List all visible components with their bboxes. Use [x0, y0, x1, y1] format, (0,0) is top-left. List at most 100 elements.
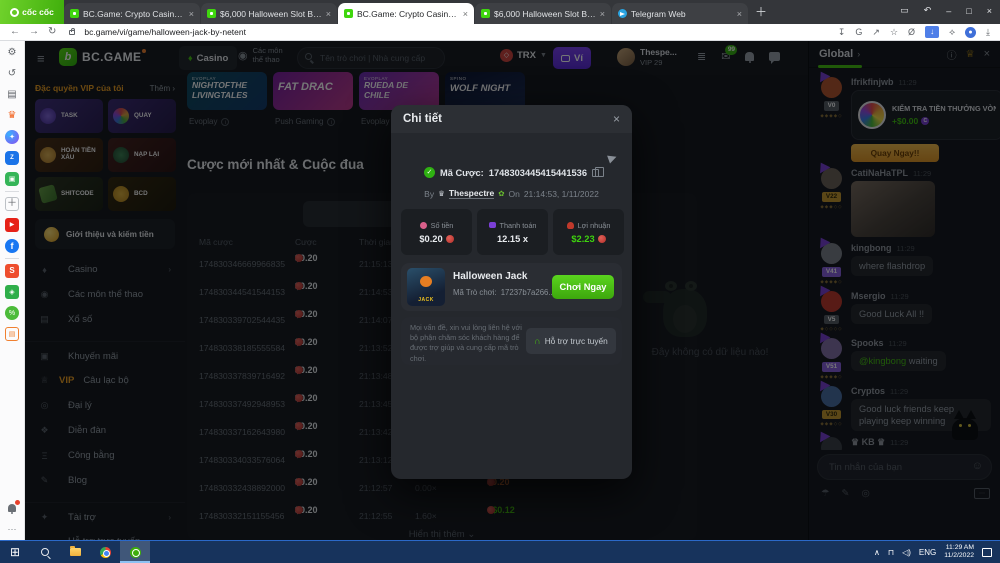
minimize-button[interactable]: –	[946, 6, 951, 16]
url-text[interactable]: bc.game/vi/game/halloween-jack-by-netent	[84, 27, 246, 37]
system-tray: ∧ ⊓ ◁) ENG 11:29 AM11/2/2022	[874, 544, 1000, 560]
support-section: Mọi vấn đề, xin vui lòng liên hệ với bộ …	[401, 317, 622, 365]
bet-stats: Số tiền $0.20 Thanh toán 12.15 x Lợi nhu…	[401, 209, 624, 255]
stat-icon	[489, 222, 496, 228]
browser-tab[interactable]: BC.Game: Crypto Casino Gan ×	[64, 3, 200, 24]
window-controls: ▭ ↶ – □ ×	[900, 5, 992, 16]
tab-close-icon[interactable]: ×	[463, 9, 468, 19]
messenger-icon[interactable]: ✦	[5, 130, 19, 144]
clock[interactable]: 11:29 AM11/2/2022	[944, 544, 974, 560]
games-icon[interactable]: ▣	[5, 172, 19, 186]
settings-icon[interactable]: ⚙	[5, 46, 19, 60]
maximize-button[interactable]: □	[966, 6, 971, 16]
shopee-icon[interactable]: S	[5, 264, 19, 278]
browser-tab[interactable]: $6,000 Halloween Slot Battle ×	[475, 3, 611, 24]
bcgame-page: ≡ b BC.GAME ♦ Casino ◉ Các mônthể thao ◇…	[25, 41, 1000, 540]
bookmark-star-icon[interactable]: ☆	[890, 27, 898, 38]
tab-title: BC.Game: Crypto Casino Gan	[83, 9, 185, 19]
browser-tab[interactable]: BC.Game: Crypto Casino Gan ×	[338, 3, 474, 24]
cart-icon[interactable]: ▤	[5, 327, 19, 341]
copy-bet-id-icon[interactable]	[592, 169, 599, 177]
coccoc-logo-icon	[10, 8, 19, 17]
facebook-icon[interactable]: f	[5, 239, 19, 253]
tab-close-icon[interactable]: ×	[737, 9, 742, 19]
network-icon[interactable]: ⊓	[888, 548, 894, 557]
tab-favicon	[70, 9, 79, 18]
coccoc-brand[interactable]: cốc cốc	[0, 0, 64, 24]
bet-id-value: 1748303445415441536	[489, 168, 587, 178]
translate-icon[interactable]: G	[855, 27, 862, 37]
restore-session-icon[interactable]: ↶	[924, 5, 932, 16]
tab-close-icon[interactable]: ×	[326, 9, 331, 19]
file-explorer-icon[interactable]	[60, 541, 90, 563]
live-support-button[interactable]: ∩ Hỗ trợ trực tuyến	[526, 328, 616, 354]
trx-coin-icon	[598, 235, 606, 243]
browser-tab[interactable]: $6,000 Halloween Slot Battle ×	[201, 3, 337, 24]
bet-details-modal: Chi tiết × ▶ ✓ Mã Cược: 1748303445415441…	[391, 105, 632, 479]
share-bet-icon[interactable]: ▶	[606, 150, 618, 165]
address-bar: ← → ↻ bc.game/vi/game/halloween-jack-by-…	[0, 24, 1000, 41]
stat-value: 12.15 x	[497, 234, 528, 244]
volume-icon[interactable]: ◁)	[902, 548, 911, 557]
tabs-strip: BC.Game: Crypto Casino Gan × $6,000 Hall…	[64, 3, 749, 24]
verified-check-icon: ✓	[424, 167, 435, 178]
game-card: JACK Halloween Jack Mã Trò chơi: 17237b7…	[401, 263, 622, 311]
tab-favicon	[618, 9, 627, 18]
bet-datetime: 21:14:53, 1/11/2022	[524, 189, 599, 199]
tab-title: Telegram Web	[631, 9, 733, 19]
browser-tab[interactable]: Telegram Web ×	[612, 3, 748, 24]
extensions-icon[interactable]: ⟡	[949, 27, 955, 38]
stat-icon	[420, 222, 427, 229]
frog-icon: ✿	[498, 189, 504, 198]
hot-icon[interactable]: ♛	[5, 109, 19, 123]
download-button[interactable]: ↓	[925, 26, 939, 38]
bell-icon[interactable]	[5, 501, 19, 515]
reload-button[interactable]: ↻	[48, 27, 56, 37]
modal-title: Chi tiết	[403, 113, 442, 125]
add-icon[interactable]: ＋	[5, 197, 19, 211]
action-center-icon[interactable]	[982, 548, 992, 557]
keyboard-language[interactable]: ENG	[919, 548, 936, 557]
chrome-icon[interactable]	[90, 541, 120, 563]
zalo-icon[interactable]: Z	[5, 151, 19, 165]
stat-value: $2.23	[571, 234, 594, 244]
taskbar-search-icon[interactable]	[30, 541, 60, 563]
hidden-icons-chevron[interactable]: ∧	[874, 548, 880, 557]
tab-title: $6,000 Halloween Slot Battle	[494, 9, 596, 19]
tab-close-icon[interactable]: ×	[189, 9, 194, 19]
headset-icon: ∩	[534, 336, 541, 346]
share-icon[interactable]: ↗	[872, 27, 880, 38]
coupon-icon[interactable]: %	[5, 306, 19, 320]
windows-taskbar: ⊞ ∧ ⊓ ◁) ENG 11:29 AM11/2/2022	[0, 540, 1000, 563]
player-name-link[interactable]: Thespectre	[449, 188, 494, 199]
youtube-icon[interactable]: ▶	[5, 218, 19, 232]
modal-close-icon[interactable]: ×	[613, 112, 620, 126]
coccoc-taskbar-icon[interactable]	[120, 541, 150, 563]
start-button[interactable]: ⊞	[0, 541, 30, 563]
tab-close-icon[interactable]: ×	[600, 9, 605, 19]
save-page-icon[interactable]: ↧	[838, 27, 846, 38]
forward-button[interactable]: →	[29, 27, 39, 37]
bet-stat-card: Số tiền $0.20	[401, 209, 472, 255]
play-now-button[interactable]: Chơi Ngay	[552, 275, 614, 299]
tab-favicon	[207, 9, 216, 18]
more-icon[interactable]: ⋯	[5, 522, 19, 536]
history-icon[interactable]: ↺	[5, 67, 19, 81]
address-bar-actions: ↧ G ↗ ☆ Ø ↓ ⟡ ● ⤓	[838, 26, 990, 38]
modal-header: Chi tiết ×	[391, 105, 632, 133]
support-text: Mọi vấn đề, xin vui lòng liên hệ với bộ …	[410, 323, 526, 364]
reading-list-icon[interactable]: ▤	[5, 88, 19, 102]
lock-icon[interactable]	[69, 30, 75, 35]
game-thumbnail[interactable]: JACK	[407, 268, 445, 306]
game-code-value: 17237b7a266...	[501, 288, 555, 297]
new-tab-button[interactable]: ＋	[755, 3, 767, 20]
adblock-shield-icon[interactable]: Ø	[908, 27, 915, 37]
bet-author-row: By ♛ Thespectre ✿ On 21:14:53, 1/11/2022	[391, 188, 632, 199]
media-panel-icon[interactable]: ▭	[900, 5, 909, 16]
downloads-tray-icon[interactable]: ⤓	[986, 27, 990, 38]
profile-avatar[interactable]: ●	[965, 27, 976, 38]
tab-title: $6,000 Halloween Slot Battle	[220, 9, 322, 19]
apps-icon[interactable]: ◈	[5, 285, 19, 299]
back-button[interactable]: ←	[10, 27, 20, 37]
close-button[interactable]: ×	[987, 6, 992, 16]
